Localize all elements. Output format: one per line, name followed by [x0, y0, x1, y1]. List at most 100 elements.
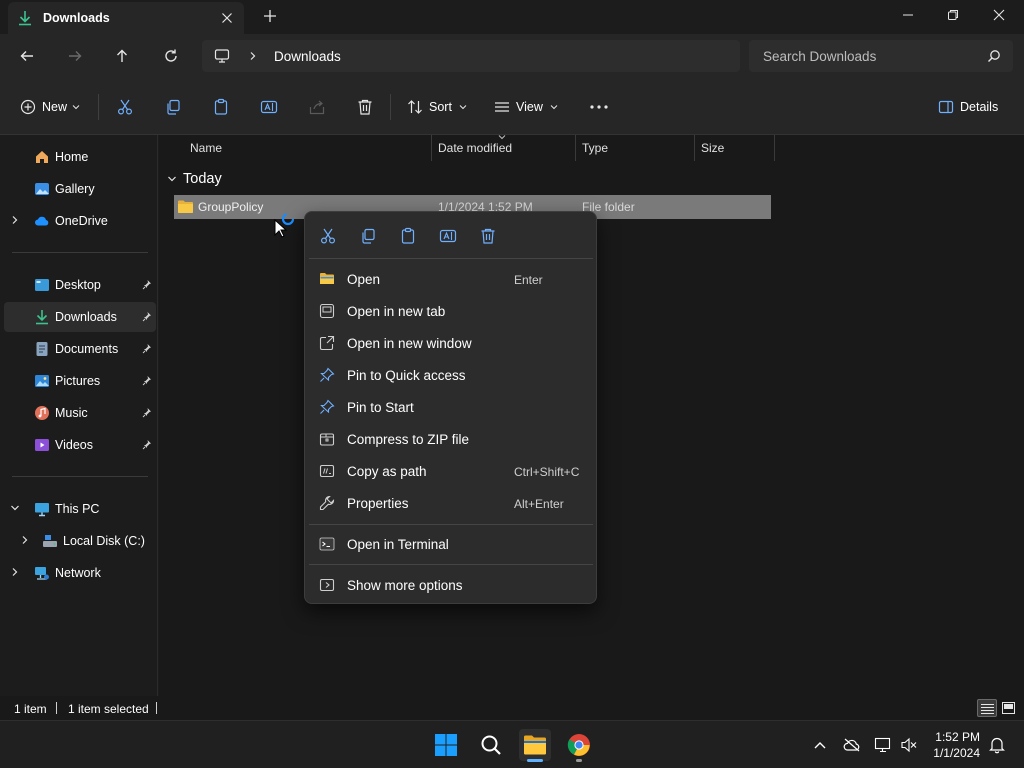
sidebar-item-network[interactable]: Network: [0, 558, 157, 588]
menu-item-properties[interactable]: Properties Alt+Enter: [309, 488, 593, 518]
cut-button[interactable]: [318, 226, 338, 246]
menu-item-open[interactable]: Open Enter: [309, 264, 593, 294]
chevron-right-icon[interactable]: [20, 535, 30, 545]
details-button[interactable]: Details: [938, 96, 998, 118]
network-icon: [34, 565, 50, 581]
menu-item-pin-to-quick-access[interactable]: Pin to Quick access: [309, 360, 593, 390]
column-header-name[interactable]: Name: [184, 135, 432, 161]
menu-item-compress-to-zip[interactable]: Compress to ZIP file: [309, 424, 593, 454]
view-button[interactable]: View: [494, 96, 558, 118]
chevron-right-icon[interactable]: [10, 567, 20, 577]
back-button[interactable]: [17, 46, 37, 66]
sort-button[interactable]: Sort: [407, 96, 467, 118]
volume-tray-button[interactable]: [893, 729, 925, 761]
forward-button[interactable]: [65, 46, 85, 66]
taskbar-chrome[interactable]: [563, 729, 595, 762]
active-indicator: [527, 759, 543, 762]
chevron-right-icon[interactable]: [248, 51, 258, 61]
file-name: GroupPolicy: [198, 200, 264, 214]
menu-item-copy-as-path[interactable]: Copy as path Ctrl+Shift+C: [309, 456, 593, 486]
paste-button[interactable]: [212, 96, 230, 118]
close-button[interactable]: [976, 0, 1022, 30]
document-icon: [34, 341, 50, 357]
menu-item-show-more-options[interactable]: Show more options: [309, 570, 593, 600]
column-header-type[interactable]: Type: [576, 135, 695, 161]
gallery-icon: [34, 181, 50, 197]
sidebar-item-desktop[interactable]: Desktop: [0, 270, 157, 300]
delete-button[interactable]: [356, 96, 374, 118]
sidebar-item-home[interactable]: Home: [0, 142, 157, 172]
new-window-icon: [319, 335, 335, 351]
bell-icon: [989, 737, 1005, 754]
sidebar-item-music[interactable]: Music: [0, 398, 157, 428]
menu-item-open-in-new-window[interactable]: Open in new window: [309, 328, 593, 358]
music-icon: [34, 405, 50, 421]
status-bar: 1 item 1 item selected: [0, 696, 1024, 720]
refresh-button[interactable]: [161, 46, 181, 66]
pc-icon: [214, 48, 230, 64]
up-button[interactable]: [112, 46, 132, 66]
item-count: 1 item: [14, 702, 47, 716]
close-tab-icon[interactable]: [218, 9, 236, 27]
sidebar-item-label: This PC: [55, 502, 100, 516]
restore-button[interactable]: [930, 0, 976, 30]
search-button[interactable]: [475, 729, 507, 761]
divider: [309, 258, 593, 259]
copy-icon: [362, 228, 375, 244]
open-indicator: [576, 759, 582, 762]
paste-button[interactable]: [398, 226, 418, 246]
scissors-icon: [320, 228, 336, 244]
busy-indicator-icon: [281, 212, 295, 226]
menu-item-open-in-terminal[interactable]: Open in Terminal: [309, 529, 593, 559]
divider: [390, 94, 391, 120]
tiles-view-button[interactable]: [1000, 699, 1018, 717]
details-view-button[interactable]: [977, 699, 997, 717]
tab-downloads[interactable]: Downloads: [8, 2, 244, 34]
rename-button[interactable]: [260, 96, 278, 118]
new-button[interactable]: New: [20, 96, 80, 118]
pin-icon: [320, 367, 335, 382]
taskbar-file-explorer[interactable]: [519, 729, 551, 762]
sidebar-item-documents[interactable]: Documents: [0, 334, 157, 364]
navigation-bar: Downloads Search Downloads: [0, 34, 1024, 78]
sidebar-item-label: OneDrive: [55, 214, 108, 228]
new-tab-icon[interactable]: [261, 7, 279, 25]
breadcrumb[interactable]: Downloads: [274, 49, 341, 64]
rename-button[interactable]: [438, 226, 458, 246]
share-button[interactable]: [308, 96, 326, 118]
menu-item-pin-to-start[interactable]: Pin to Start: [309, 392, 593, 422]
see-more-button[interactable]: [589, 96, 609, 118]
chevron-right-icon[interactable]: [10, 215, 20, 225]
sidebar-item-pictures[interactable]: Pictures: [0, 366, 157, 396]
copy-button[interactable]: [358, 226, 378, 246]
column-header-date[interactable]: Date modified: [432, 135, 576, 161]
onedrive-tray-button[interactable]: [836, 729, 868, 761]
sidebar-item-downloads[interactable]: Downloads: [4, 302, 156, 332]
sidebar-item-onedrive[interactable]: OneDrive: [0, 206, 157, 236]
sidebar-item-videos[interactable]: Videos: [0, 430, 157, 460]
cut-button[interactable]: [116, 96, 134, 118]
show-hidden-icons-button[interactable]: [804, 729, 836, 761]
column-header-size[interactable]: Size: [695, 135, 775, 161]
menu-item-label: Open in new tab: [347, 304, 446, 319]
new-tab-icon: [319, 303, 335, 319]
sidebar-item-local-disk[interactable]: Local Disk (C:): [0, 526, 157, 556]
drive-icon: [42, 533, 58, 549]
address-bar[interactable]: Downloads: [202, 40, 740, 72]
group-header-today[interactable]: Today: [167, 171, 222, 187]
minimize-button[interactable]: [885, 0, 931, 30]
sidebar-item-label: Documents: [55, 342, 119, 356]
start-button[interactable]: [430, 729, 462, 761]
notifications-button[interactable]: [982, 729, 1012, 761]
search-input[interactable]: Search Downloads: [749, 40, 1013, 72]
search-icon: [481, 735, 501, 755]
sidebar-item-this-pc[interactable]: This PC: [0, 494, 157, 524]
copy-button[interactable]: [164, 96, 182, 118]
menu-item-open-in-new-tab[interactable]: Open in new tab: [309, 296, 593, 326]
clock-date: 1/1/2024: [933, 746, 980, 760]
sidebar-item-gallery[interactable]: Gallery: [0, 174, 157, 204]
chevron-down-icon[interactable]: [10, 503, 20, 513]
delete-button[interactable]: [478, 226, 498, 246]
taskbar-clock[interactable]: 1:52 PM 1/1/2024: [926, 729, 980, 761]
terminal-icon: [319, 537, 335, 551]
